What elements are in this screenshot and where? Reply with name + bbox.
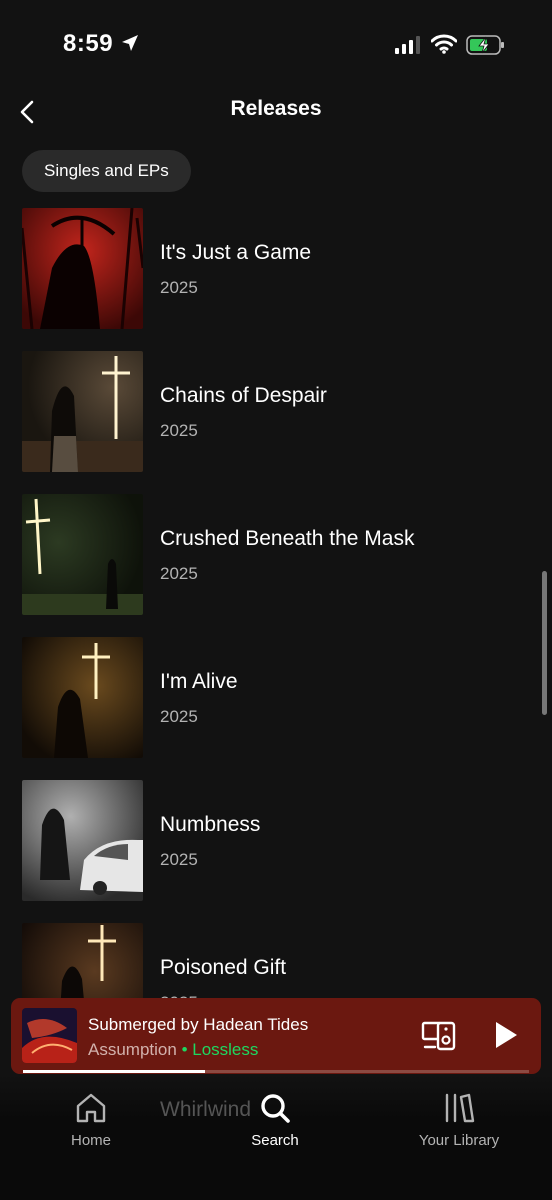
release-year: 2025 [160,564,198,583]
nav-search[interactable]: Search [205,1092,345,1149]
release-year: 2025 [160,278,198,297]
page-title: Releases [230,97,322,120]
nav-search-label: Search [251,1132,299,1149]
release-row[interactable]: Crushed Beneath the Mask 2025 [0,494,552,637]
lossless-badge: Lossless [192,1040,259,1059]
separator-dot: • [181,1040,188,1059]
connect-devices-icon[interactable] [421,1020,457,1052]
mini-player[interactable]: Submerged by Hadean Tides Assumption • L… [11,998,541,1074]
status-bar: 8:59 [0,0,552,90]
release-title: Poisoned Gift [160,956,287,979]
release-title: Numbness [160,813,261,836]
battery-charging-icon [466,35,504,55]
release-year: 2025 [160,421,198,440]
nav-your-library-label: Your Library [418,1132,500,1149]
wifi-icon [431,34,457,54]
location-arrow-icon [122,35,138,51]
bottom-navigation: Whirlwind Home Search Your Library [0,1074,552,1200]
album-cover [22,351,143,472]
release-year: 2025 [160,850,198,869]
home-icon [76,1093,106,1123]
release-row[interactable]: It's Just a Game 2025 [0,208,552,351]
release-row[interactable]: Numbness 2025 [0,780,552,923]
page-header: Releases [0,90,552,136]
filter-chip-singles-eps[interactable]: Singles and EPs [22,150,191,192]
library-icon [445,1093,475,1123]
album-cover [22,780,143,901]
search-icon [261,1094,290,1123]
release-row[interactable]: I'm Alive 2025 [0,637,552,780]
now-playing-subtitle: Assumption • Lossless [88,1040,258,1060]
nav-home-label: Home [70,1132,111,1149]
releases-content: Singles and EPs It's Just a Game 2025 Ch… [0,136,552,1100]
release-row[interactable]: Chains of Despair 2025 [0,351,552,494]
album-cover [22,208,143,329]
nav-your-library[interactable]: Your Library [389,1092,529,1149]
scrollbar[interactable] [542,571,547,715]
cellular-signal-icon [395,36,420,54]
release-title: It's Just a Game [160,241,312,264]
album-cover [22,637,143,758]
now-playing-artist: Assumption [88,1040,177,1059]
release-title: Chains of Despair [160,384,327,407]
now-playing-cover [22,1008,77,1063]
release-title: Crushed Beneath the Mask [160,527,415,550]
release-year: 2025 [160,707,198,726]
status-time: 8:59 [63,30,114,57]
playback-progress-bar[interactable] [23,1070,529,1073]
play-icon[interactable] [493,1020,519,1050]
album-cover [22,494,143,615]
now-playing-title: Submerged by Hadean Tides [88,1015,309,1034]
release-title: I'm Alive [160,670,238,693]
release-list: It's Just a Game 2025 Chains of Despair … [0,208,552,1066]
nav-home[interactable]: Home [21,1092,161,1149]
playback-progress-fill [23,1070,206,1073]
